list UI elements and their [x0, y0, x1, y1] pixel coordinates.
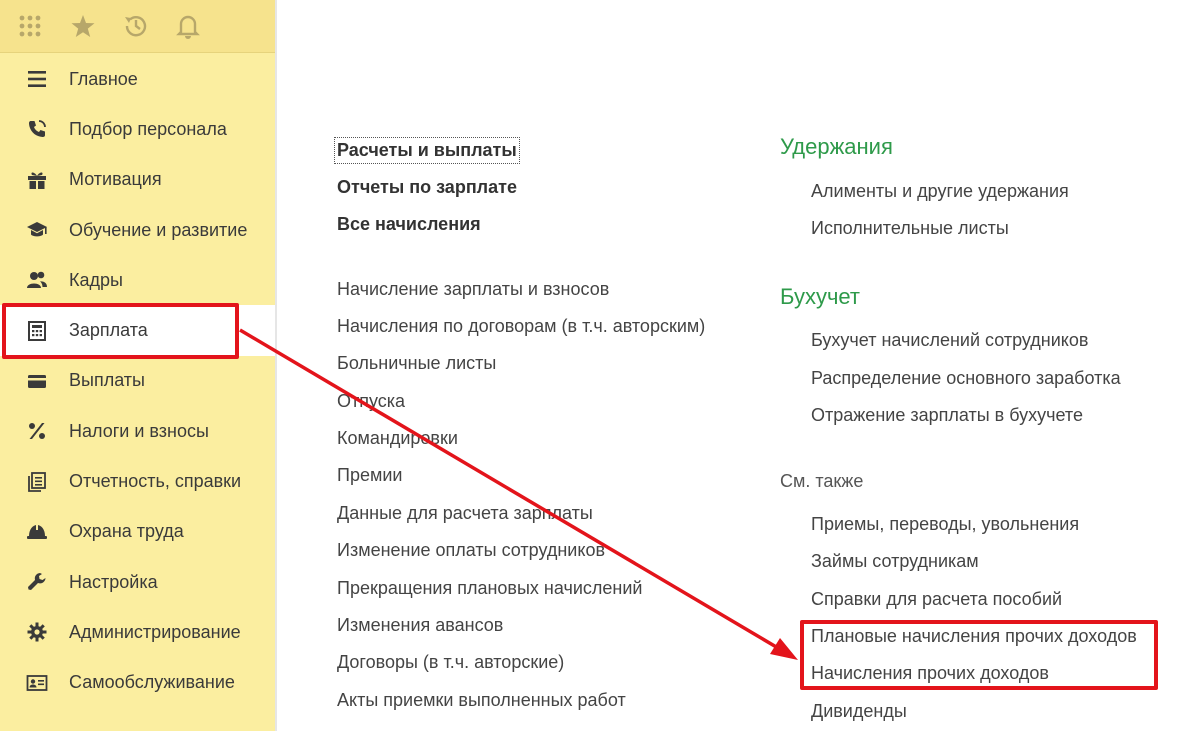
- sidebar-item-personnel[interactable]: Кадры: [0, 255, 275, 305]
- link-item[interactable]: Дивиденды: [811, 701, 907, 722]
- sidebar-toolbar: [0, 0, 275, 53]
- sidebar-item-label: Настройка: [69, 571, 158, 592]
- link-item[interactable]: Премии: [337, 465, 402, 486]
- link-item[interactable]: Справки для расчета пособий: [811, 589, 1062, 610]
- gift-icon: [24, 167, 50, 193]
- sidebar-item-label: Кадры: [69, 269, 123, 290]
- people-icon: [24, 267, 50, 293]
- gear-icon: [24, 619, 50, 645]
- sidebar-item-label: Самообслуживание: [69, 672, 235, 693]
- sidebar-item-label: Отчетность, справки: [69, 471, 242, 492]
- sidebar-item-administration[interactable]: Администрирование: [0, 607, 275, 657]
- sidebar-item-reports[interactable]: Отчетность, справки: [0, 456, 275, 506]
- sidebar-item-taxes[interactable]: Налоги и взносы: [0, 406, 275, 456]
- card-icon: [24, 368, 50, 394]
- star-icon[interactable]: [69, 12, 97, 40]
- link-item[interactable]: Изменения авансов: [337, 615, 503, 636]
- link-item[interactable]: Данные для расчета зарплаты: [337, 503, 593, 524]
- sidebar-item-settings[interactable]: Настройка: [0, 557, 275, 607]
- sidebar-divider: [275, 0, 277, 731]
- bell-icon[interactable]: [174, 12, 202, 40]
- apps-grid-icon[interactable]: [16, 12, 44, 40]
- sidebar-item-label: Обучение и развитие: [69, 219, 248, 240]
- link-item[interactable]: Исполнительные листы: [811, 218, 1009, 239]
- sidebar-item-self-service[interactable]: Самообслуживание: [0, 658, 275, 708]
- link-item[interactable]: Договоры (в т.ч. авторские): [337, 652, 564, 673]
- link-item[interactable]: Начисления по договорам (в т.ч. авторски…: [337, 316, 705, 337]
- sidebar-item-label: Мотивация: [69, 169, 162, 190]
- sidebar-item-motivation[interactable]: Мотивация: [0, 155, 275, 205]
- helmet-icon: [24, 519, 50, 545]
- link-all-accruals[interactable]: Все начисления: [337, 214, 481, 235]
- sidebar-item-label: Налоги и взносы: [69, 420, 209, 441]
- link-item[interactable]: Изменение оплаты сотрудников: [337, 540, 605, 561]
- sidebar-item-label: Подбор персонала: [69, 118, 227, 139]
- link-item[interactable]: Бухучет начислений сотрудников: [811, 330, 1088, 351]
- link-item[interactable]: Прекращения плановых начислений: [337, 578, 642, 599]
- reports-icon: [24, 469, 50, 495]
- sidebar-item-label: Главное: [69, 68, 138, 89]
- link-item[interactable]: Алименты и другие удержания: [811, 181, 1069, 202]
- section-title-accounting: Бухучет: [780, 284, 860, 309]
- sidebar-item-label: Выплаты: [69, 370, 145, 391]
- link-item[interactable]: Командировки: [337, 428, 458, 449]
- id-card-icon: [24, 670, 50, 696]
- link-item[interactable]: Отражение зарплаты в бухучете: [811, 405, 1083, 426]
- menu-lines-icon: [24, 66, 50, 92]
- see-also-heading: См. также: [780, 471, 864, 491]
- link-item[interactable]: Приемы, переводы, увольнения: [811, 514, 1079, 535]
- sidebar-item-main[interactable]: Главное: [0, 54, 275, 104]
- annotation-highlight-salary: [2, 303, 239, 359]
- sidebar-item-training[interactable]: Обучение и развитие: [0, 205, 275, 255]
- history-icon[interactable]: [122, 12, 150, 40]
- link-item[interactable]: Займы сотрудникам: [811, 551, 979, 572]
- sidebar-item-recruiting[interactable]: Подбор персонала: [0, 104, 275, 154]
- link-salary-reports[interactable]: Отчеты по зарплате: [337, 177, 517, 198]
- wrench-icon: [24, 569, 50, 595]
- link-item[interactable]: Больничные листы: [337, 353, 496, 374]
- annotation-highlight-other-income: [800, 620, 1158, 690]
- section-title-deductions: Удержания: [780, 134, 893, 159]
- sidebar-item-label: Администрирование: [69, 621, 241, 642]
- link-calculations-payments[interactable]: Расчеты и выплаты: [334, 137, 520, 164]
- sidebar: Главное Подбор персонала Мотивация Обуче…: [0, 0, 275, 731]
- link-item[interactable]: Начисление зарплаты и взносов: [337, 279, 609, 300]
- sidebar-item-label: Охрана труда: [69, 521, 184, 542]
- phone-icon: [24, 116, 50, 142]
- link-item[interactable]: Распределение основного заработка: [811, 368, 1121, 389]
- link-item[interactable]: Отпуска: [337, 391, 405, 412]
- sidebar-item-labor-safety[interactable]: Охрана труда: [0, 507, 275, 557]
- sidebar-item-payments[interactable]: Выплаты: [0, 356, 275, 406]
- sidebar-nav: Главное Подбор персонала Мотивация Обуче…: [0, 54, 275, 708]
- graduation-cap-icon: [24, 217, 50, 243]
- link-item[interactable]: Акты приемки выполненных работ: [337, 690, 626, 711]
- percent-icon: [24, 418, 50, 444]
